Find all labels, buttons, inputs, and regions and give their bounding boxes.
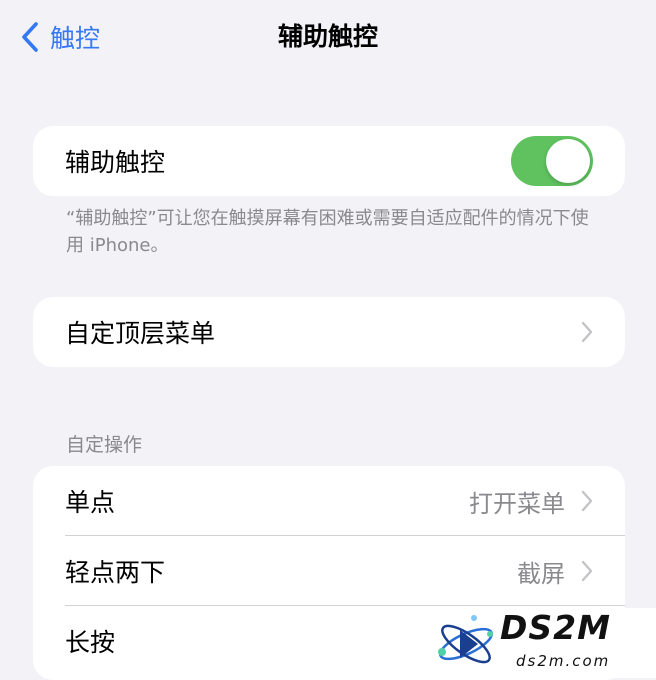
assistive-touch-label: 辅助触控 (65, 148, 166, 177)
watermark-brand: DS2M (500, 608, 611, 647)
watermark-url: ds2m.com (516, 652, 611, 670)
assistive-touch-group: 辅助触控 (33, 126, 625, 196)
double-tap-value: 截屏 (517, 559, 565, 588)
custom-actions-header: 自定操作 (66, 434, 143, 456)
navigation-bar: 触控 辅助触控 (0, 0, 656, 76)
customize-top-menu-row[interactable]: 自定顶层菜单 (33, 297, 625, 367)
top-menu-group: 自定顶层菜单 (33, 297, 625, 367)
single-tap-value: 打开菜单 (469, 489, 565, 518)
chevron-right-icon (581, 490, 593, 512)
single-tap-label: 单点 (65, 488, 116, 517)
single-tap-row[interactable]: 单点 打开菜单 (33, 466, 625, 536)
toggle-knob (546, 139, 590, 183)
customize-top-menu-label: 自定顶层菜单 (65, 319, 216, 348)
chevron-right-icon (581, 321, 593, 343)
double-tap-row[interactable]: 轻点两下 截屏 (33, 536, 625, 606)
watermark: DS2M ds2m.com (430, 608, 656, 678)
atom-logo-icon (438, 615, 493, 664)
assistive-touch-row: 辅助触控 (33, 126, 625, 196)
chevron-right-icon (581, 560, 593, 582)
page-title: 辅助触控 (277, 22, 378, 51)
assistive-touch-footnote: “辅助触控”可让您在触摸屏幕有困难或需要自适应配件的情况下使用 iPhone。 (66, 208, 589, 256)
double-tap-label: 轻点两下 (65, 558, 166, 587)
assistive-touch-toggle[interactable] (511, 136, 593, 186)
